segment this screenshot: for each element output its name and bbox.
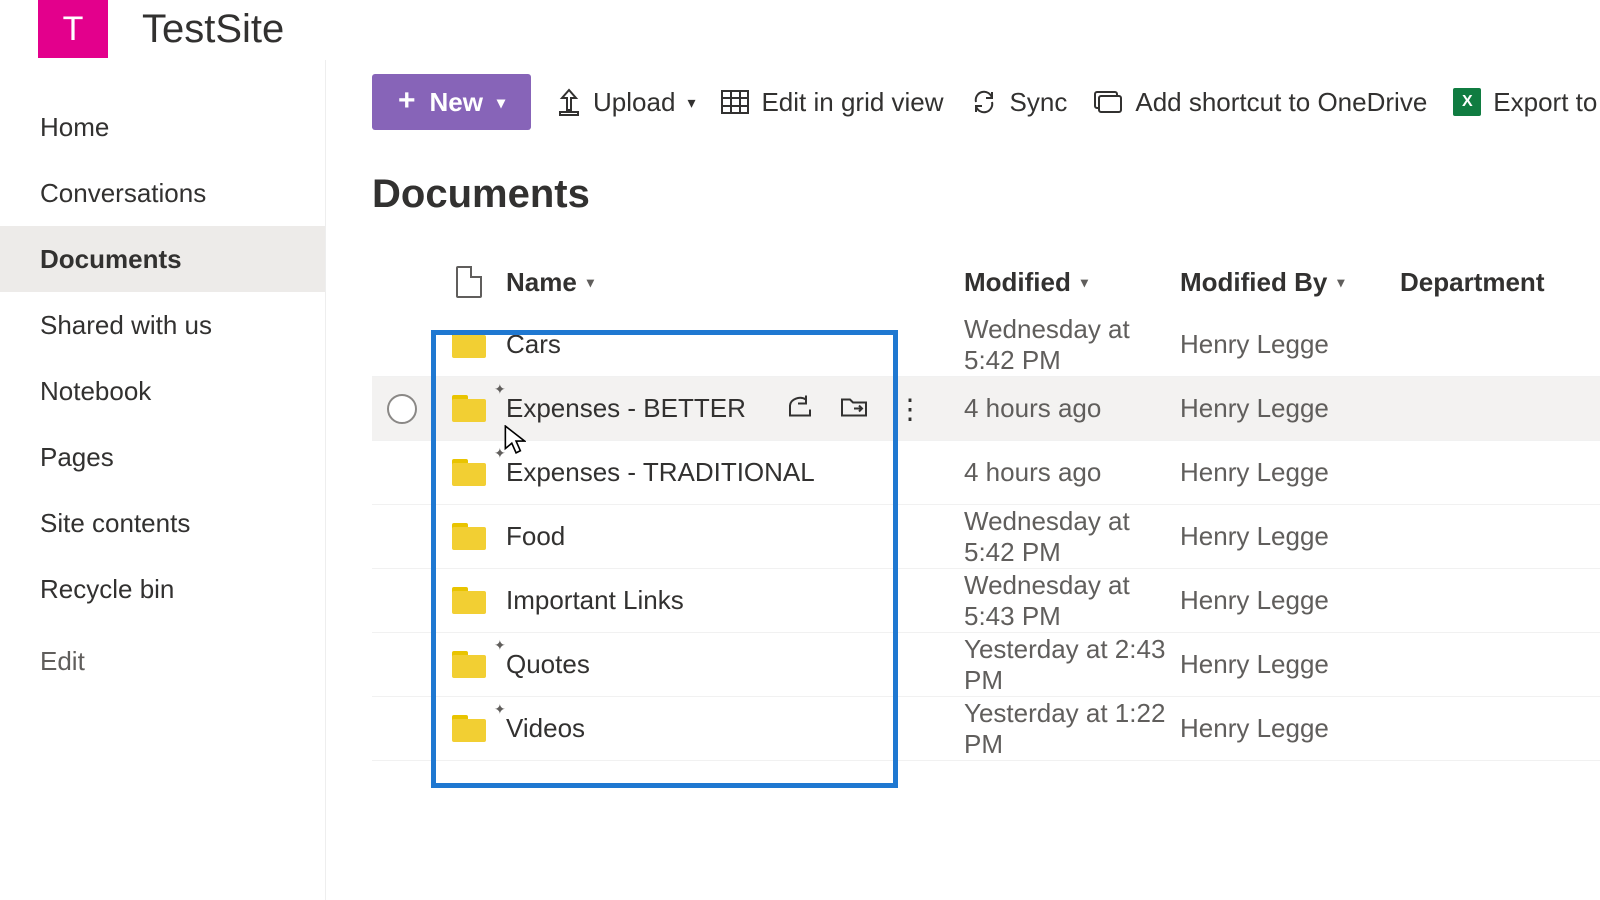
- col-modified-by-label: Modified By: [1180, 267, 1327, 298]
- upload-button[interactable]: Upload ▾: [557, 87, 695, 118]
- row-modified-by: Henry Legge: [1180, 649, 1329, 680]
- folder-icon: [452, 459, 486, 486]
- row-modified-by: Henry Legge: [1180, 393, 1329, 424]
- chevron-down-icon: ▾: [497, 93, 505, 113]
- table-row[interactable]: ✦Videos Yesterday at 1:22 PMHenry Legge: [372, 697, 1600, 761]
- sync-icon: [970, 88, 998, 116]
- row-name[interactable]: Cars: [506, 329, 561, 360]
- edit-grid-label: Edit in grid view: [761, 87, 943, 118]
- library-title: Documents: [372, 172, 1600, 217]
- row-modified-by: Henry Legge: [1180, 329, 1329, 360]
- shortcut-label: Add shortcut to OneDrive: [1135, 87, 1427, 118]
- left-nav: Home Conversations Documents Shared with…: [0, 60, 326, 900]
- col-name-header[interactable]: Name ▾: [506, 267, 964, 298]
- upload-label: Upload: [593, 87, 675, 118]
- site-header: T TestSite: [0, 0, 1600, 60]
- nav-documents[interactable]: Documents: [0, 226, 325, 292]
- folder-icon: [452, 395, 486, 422]
- nav-pages[interactable]: Pages: [0, 424, 325, 490]
- row-hover-actions: ⋮: [786, 392, 922, 425]
- row-modified: Wednesday at 5:42 PM: [964, 314, 1180, 376]
- nav-home[interactable]: Home: [0, 94, 325, 160]
- row-modified-by: Henry Legge: [1180, 457, 1329, 488]
- folder-icon: [452, 523, 486, 550]
- nav-edit[interactable]: Edit: [0, 646, 325, 677]
- sync-label: Sync: [1010, 87, 1068, 118]
- chevron-down-icon: ▾: [1081, 274, 1088, 291]
- row-name[interactable]: Expenses - BETTER: [506, 393, 746, 424]
- chevron-down-icon: ▾: [587, 274, 594, 291]
- chevron-down-icon: ▾: [687, 93, 695, 113]
- export-button[interactable]: X Export to Excel: [1453, 87, 1600, 118]
- document-icon: [456, 266, 482, 298]
- row-modified-by: Henry Legge: [1180, 521, 1329, 552]
- table-row[interactable]: Important Links Wednesday at 5:43 PMHenry…: [372, 569, 1600, 633]
- content-area: + New ▾ Upload ▾ Edit in grid view Sync …: [326, 60, 1600, 900]
- row-name[interactable]: Videos: [506, 713, 585, 744]
- sync-button[interactable]: Sync: [970, 87, 1068, 118]
- nav-recycle-bin[interactable]: Recycle bin: [0, 556, 325, 622]
- row-modified: 4 hours ago: [964, 393, 1101, 424]
- row-name[interactable]: Food: [506, 521, 565, 552]
- site-title: TestSite: [142, 7, 284, 52]
- site-logo: T: [38, 0, 108, 58]
- column-headers: Name ▾ Modified ▾ Modified By ▾ Departme…: [372, 251, 1600, 313]
- table-row[interactable]: Food Wednesday at 5:42 PMHenry Legge: [372, 505, 1600, 569]
- col-modified-by-header[interactable]: Modified By ▾: [1180, 267, 1400, 298]
- new-button-label: New: [430, 87, 483, 118]
- row-modified: Wednesday at 5:42 PM: [964, 506, 1180, 568]
- row-select-radio[interactable]: [387, 394, 417, 424]
- sync-status-icon: ✦: [494, 381, 506, 398]
- row-modified-by: Henry Legge: [1180, 713, 1329, 744]
- chevron-down-icon: ▾: [1337, 274, 1344, 291]
- nav-shared-with-us[interactable]: Shared with us: [0, 292, 325, 358]
- move-icon[interactable]: [840, 393, 870, 424]
- more-icon[interactable]: ⋮: [896, 392, 922, 425]
- row-name[interactable]: Expenses - TRADITIONAL: [506, 457, 815, 488]
- col-modified-label: Modified: [964, 267, 1071, 298]
- row-modified: Wednesday at 5:43 PM: [964, 570, 1180, 632]
- col-modified-header[interactable]: Modified ▾: [964, 267, 1180, 298]
- document-list: Name ▾ Modified ▾ Modified By ▾ Departme…: [372, 251, 1600, 761]
- folder-icon: [452, 715, 486, 742]
- excel-icon: X: [1453, 88, 1481, 116]
- sync-status-icon: ✦: [494, 637, 506, 654]
- table-row[interactable]: Cars Wednesday at 5:42 PMHenry Legge: [372, 313, 1600, 377]
- folder-icon: [452, 651, 486, 678]
- row-name[interactable]: Important Links: [506, 585, 684, 616]
- row-modified: 4 hours ago: [964, 457, 1101, 488]
- row-modified-by: Henry Legge: [1180, 585, 1329, 616]
- col-department-label: Department: [1400, 267, 1544, 298]
- row-modified: Yesterday at 1:22 PM: [964, 698, 1180, 760]
- sync-status-icon: ✦: [494, 701, 506, 718]
- new-button[interactable]: + New ▾: [372, 74, 531, 130]
- table-row[interactable]: ✦Quotes Yesterday at 2:43 PMHenry Legge: [372, 633, 1600, 697]
- folder-icon: [452, 587, 486, 614]
- row-modified: Yesterday at 2:43 PM: [964, 634, 1180, 696]
- nav-notebook[interactable]: Notebook: [0, 358, 325, 424]
- shortcut-icon: [1093, 90, 1123, 114]
- export-label: Export to Excel: [1493, 87, 1600, 118]
- table-row[interactable]: ✦Expenses - TRADITIONAL 4 hours ago Henry …: [372, 441, 1600, 505]
- table-row[interactable]: ✦Expenses - BETTER ⋮ 4 hours ago Henry Legg…: [372, 377, 1600, 441]
- nav-conversations[interactable]: Conversations: [0, 160, 325, 226]
- grid-icon: [721, 90, 749, 114]
- row-name[interactable]: Quotes: [506, 649, 590, 680]
- share-icon[interactable]: [786, 393, 814, 424]
- folder-icon: [452, 331, 486, 358]
- edit-grid-button[interactable]: Edit in grid view: [721, 87, 943, 118]
- shortcut-button[interactable]: Add shortcut to OneDrive: [1093, 87, 1427, 118]
- plus-icon: +: [398, 86, 416, 116]
- col-type-header[interactable]: [432, 266, 506, 298]
- upload-icon: [557, 88, 581, 116]
- sync-status-icon: ✦: [494, 445, 506, 462]
- col-name-label: Name: [506, 267, 577, 298]
- command-bar: + New ▾ Upload ▾ Edit in grid view Sync …: [326, 60, 1600, 130]
- col-department-header[interactable]: Department: [1400, 267, 1550, 298]
- nav-site-contents[interactable]: Site contents: [0, 490, 325, 556]
